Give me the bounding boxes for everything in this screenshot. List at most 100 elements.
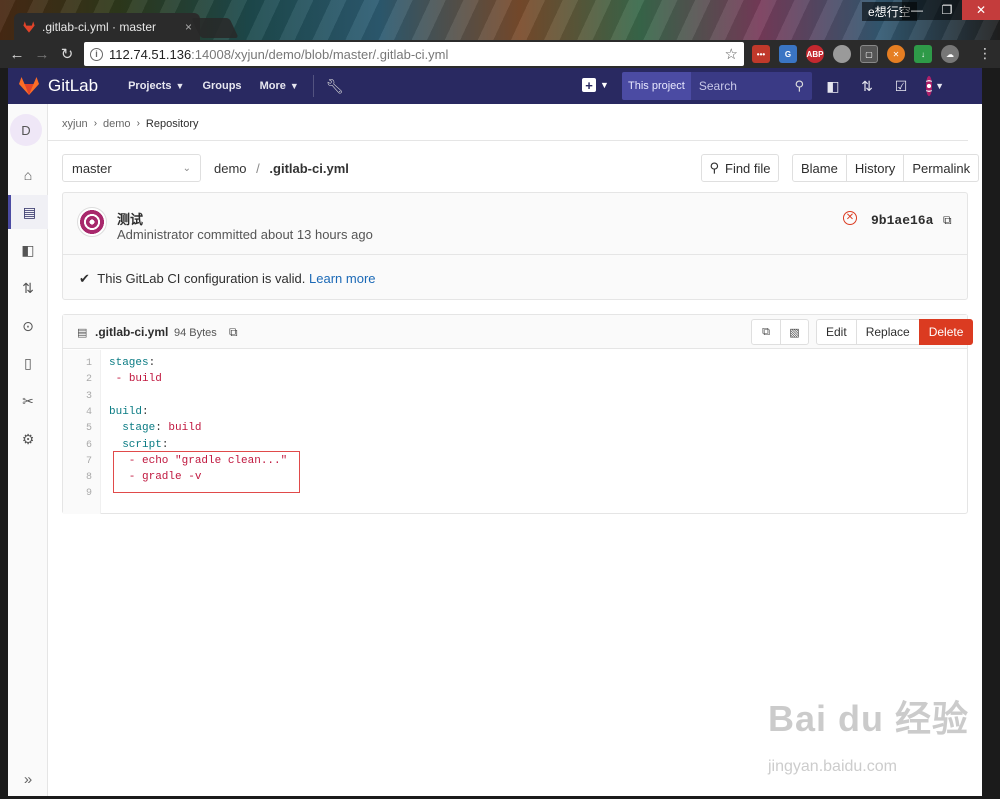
forward-arrow-icon[interactable]: → [31,43,53,65]
search-input[interactable]: Search ⚲ [690,72,812,100]
line-number[interactable]: 5 [86,423,92,434]
collapse-sidebar-icon[interactable]: » [8,771,48,788]
ci-icon[interactable]: ⊙ [8,309,48,343]
line-number[interactable]: 7 [86,456,92,467]
browser-tab[interactable]: .gitlab-ci.yml · master × [14,13,200,40]
file-name: .gitlab-ci.yml [95,325,169,339]
green-extension-icon[interactable]: ↓ [914,45,932,63]
sidebar-toggle-icon[interactable]: ◧ [824,77,842,95]
browser-menu-icon[interactable]: ⋮ [978,45,992,62]
todos-icon[interactable]: ☑ [892,77,910,95]
breadcrumb: xyjun › demo › Repository [62,118,198,130]
settings-icon[interactable]: ⚙ [8,422,48,456]
file-header-actions: ⧉ ▧ Edit Replace Delete [751,319,974,345]
orange-extension-icon[interactable]: ✕ [887,45,905,63]
history-button[interactable]: History [845,155,903,181]
chevron-down-icon: ▼ [935,81,944,91]
last-commit-panel: 测试 Administrator committed about 13 hour… [62,192,968,300]
extension-dots-icon[interactable]: ••• [752,45,770,63]
chevron-down-icon: ▼ [289,81,299,91]
back-arrow-icon[interactable]: ← [6,43,28,65]
commit-title[interactable]: 测试 [117,209,143,228]
avatar [926,76,933,96]
learn-more-link[interactable]: Learn more [309,271,375,286]
close-window-button[interactable]: ✕ [962,0,1000,20]
merge-requests-icon[interactable]: ⇅ [858,77,876,95]
frame-extension-icon[interactable]: ▢ [860,45,878,63]
repository-icon[interactable]: ▤ [8,195,48,229]
registry-icon[interactable]: ◧ [8,233,48,267]
avatar[interactable] [77,207,107,237]
code-line: script: [109,439,168,451]
url-host: 112.74.51.136 [109,46,192,62]
line-number[interactable]: 1 [86,358,92,369]
address-bar[interactable]: i 112.74.51.136 :14008/xyjun/demo/blob/m… [84,42,744,66]
line-number[interactable]: 8 [86,472,92,483]
branch-dropdown[interactable]: master ⌄ [62,154,201,182]
permalink-button[interactable]: Permalink [903,155,978,181]
line-number[interactable]: 6 [86,440,92,451]
code-token: script [109,438,162,451]
delete-button[interactable]: Delete [918,319,974,345]
copy-path-icon[interactable]: ⧉ [229,325,238,340]
merge-request-icon[interactable]: ⇅ [8,271,48,305]
minimize-button[interactable]: — [902,0,932,20]
copy-contents-icon[interactable]: ⧉ [752,320,780,344]
maximize-button[interactable]: ❐ [932,0,962,20]
bookmark-star-icon[interactable]: ☆ [725,45,738,63]
plus-icon: + [582,78,596,92]
gitlab-logo[interactable]: GitLab [18,76,98,96]
search-bar[interactable]: This project Search ⚲ [622,72,812,100]
url-path: :14008/xyjun/demo/blob/master/.gitlab-ci… [191,46,449,62]
code-line: stage: build [109,422,201,434]
line-number[interactable]: 4 [86,407,92,418]
nav-projects[interactable]: Projects ▼ [128,80,184,92]
reload-icon[interactable]: ↻ [56,43,78,65]
wiki-icon[interactable]: ▯ [8,346,48,380]
edit-button[interactable]: Edit [816,319,857,345]
code-token: : [148,357,156,369]
path-separator: / [256,161,260,176]
line-number[interactable]: 9 [86,488,92,499]
line-number[interactable]: 3 [86,391,92,402]
cloud-extension-icon[interactable]: ☁ [941,45,959,63]
find-file-button[interactable]: ⚲ Find file [701,154,779,182]
adblock-extension-icon[interactable]: ABP [806,45,824,63]
breadcrumb-item-user[interactable]: xyjun [62,118,88,130]
project-avatar[interactable]: D [10,114,42,146]
gitlab-header: GitLab Projects ▼ Groups More ▼ 🔧︎ + ▼ Thi… [8,68,982,104]
site-info-icon[interactable]: i [90,47,103,61]
header-divider [312,75,314,97]
grey-extension-icon[interactable] [833,45,851,63]
gitlab-logo-text: GitLab [48,76,99,95]
commit-sha[interactable]: 9b1ae16a [871,213,933,228]
new-dropdown-button[interactable]: + ▼ [582,78,609,92]
blame-button[interactable]: Blame [793,155,846,181]
breadcrumb-item-repository[interactable]: Repository [146,118,199,130]
chevron-down-icon: ▼ [600,80,609,90]
snippets-icon[interactable]: ✂ [8,384,48,418]
breadcrumb-item-project[interactable]: demo [103,118,131,130]
file-viewer: ▤ .gitlab-ci.yml 94 Bytes ⧉ ⧉ ▧ Edit Rep… [62,314,974,514]
copy-sha-icon[interactable]: ⧉ [943,213,952,228]
nav-more[interactable]: More ▼ [260,80,299,92]
translate-extension-icon[interactable]: G [779,45,797,63]
code-token: stage [109,422,156,435]
user-menu[interactable]: ▼ [926,76,944,96]
search-scope-badge[interactable]: This project [622,72,691,100]
line-number[interactable]: 2 [86,374,92,385]
replace-button[interactable]: Replace [855,319,920,345]
nav-groups[interactable]: Groups [202,80,241,92]
path-file-name[interactable]: .gitlab-ci.yml [269,161,348,176]
code-viewer[interactable]: 123456789 stages: - build build: stage: b… [63,350,967,514]
code-token: build [128,373,162,386]
path-project-link[interactable]: demo [214,161,247,176]
pipeline-failed-icon[interactable]: ✕ [843,211,857,225]
raw-file-icon[interactable]: ▧ [780,320,808,344]
code-line: - build [109,373,162,385]
project-sidebar: D ⌂ ▤ ◧ ⇅ ⊙ ▯ ✂ ⚙ » [8,104,48,796]
tab-close-icon[interactable]: × [185,20,192,34]
home-icon[interactable]: ⌂ [8,158,48,192]
admin-wrench-icon[interactable]: 🔧︎ [326,78,344,95]
annotation-highlight-box [113,451,300,493]
